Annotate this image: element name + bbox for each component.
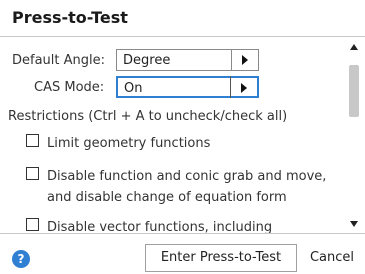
default-angle-value: Degree	[123, 53, 171, 68]
restriction-label-line2: and disable change of equation form	[47, 190, 287, 205]
scroll-up-arrow-icon[interactable]	[350, 44, 358, 50]
select-divider	[231, 50, 232, 70]
help-icon[interactable]: ?	[12, 250, 30, 268]
vertical-scrollbar[interactable]	[346, 37, 365, 233]
restriction-label: Limit geometry functions	[47, 136, 211, 151]
restrictions-label: Restrictions (Ctrl + A to uncheck/check …	[8, 109, 288, 124]
press-to-test-dialog: Press-to-Test Default Angle: Degree CAS …	[0, 0, 365, 274]
scrollbar-thumb[interactable]	[349, 65, 359, 117]
chevron-right-icon[interactable]	[241, 83, 247, 93]
enter-press-to-test-button[interactable]: Enter Press-to-Test	[145, 244, 297, 272]
dialog-title: Press-to-Test	[12, 8, 128, 27]
footer-divider	[0, 233, 365, 234]
checkbox[interactable]	[26, 134, 39, 147]
select-divider	[230, 76, 231, 98]
cas-mode-label: CAS Mode:	[34, 80, 105, 95]
settings-content: Default Angle: Degree CAS Mode: On Restr…	[0, 37, 346, 233]
restriction-label: Disable vector functions, including	[47, 220, 273, 233]
restriction-label: Disable function and conic grab and move…	[47, 169, 327, 184]
default-angle-select[interactable]: Degree	[116, 49, 259, 71]
default-angle-label: Default Angle:	[12, 53, 106, 68]
chevron-right-icon[interactable]	[242, 55, 248, 65]
cas-mode-select[interactable]: On	[116, 76, 259, 98]
checkbox[interactable]	[26, 218, 39, 231]
cas-mode-value: On	[124, 81, 143, 96]
checkbox[interactable]	[26, 167, 39, 180]
cancel-button[interactable]: Cancel	[302, 244, 362, 272]
scroll-down-arrow-icon[interactable]	[350, 221, 358, 227]
